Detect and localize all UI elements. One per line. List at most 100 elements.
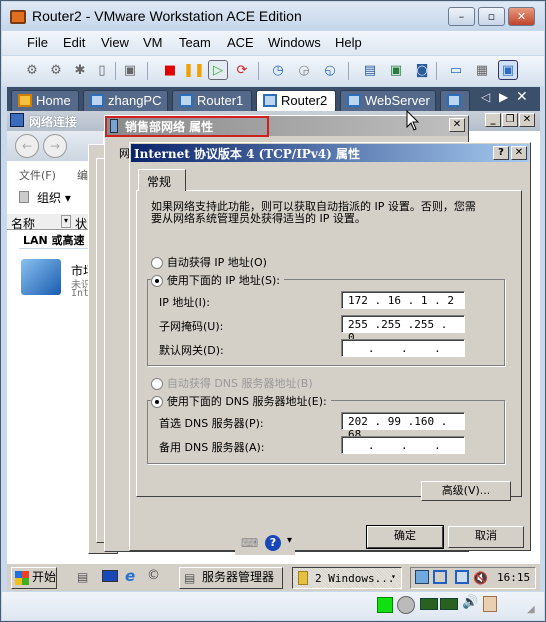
usb-icon[interactable]: ▯ (92, 60, 112, 80)
power-off-icon[interactable]: ■ (160, 60, 180, 80)
show-sidebar-icon[interactable]: ▤ (360, 60, 380, 80)
menu-edit-guest[interactable]: 编 (77, 167, 88, 183)
vm-running-icon (179, 94, 193, 107)
reset-icon[interactable]: ⟳ (232, 60, 252, 80)
default-gateway-input[interactable]: . . . (341, 339, 465, 357)
taskbar-windows-group[interactable]: 2 Windows... ▾ (292, 567, 402, 589)
send-ctrl-alt-del-icon[interactable]: ▣ (120, 60, 140, 80)
column-name[interactable]: 名称 (11, 215, 35, 232)
ipv4-titlebar[interactable]: Internet 协议版本 4 (TCP/IPv4) 属性 ? ✕ (131, 144, 529, 162)
menu-help[interactable]: Help (335, 35, 362, 50)
forward-icon[interactable]: → (43, 134, 67, 158)
subnet-mask-input[interactable]: 255 .255 .255 . 0 (341, 315, 465, 344)
title-bar[interactable]: Router2 - VMware Workstation ACE Edition… (2, 2, 544, 30)
start-button[interactable]: 开始 (11, 567, 57, 589)
cdrom-disconnected-icon[interactable] (397, 596, 415, 614)
toolbar-separator (115, 62, 116, 80)
back-icon[interactable]: ← (15, 134, 39, 158)
console-icon[interactable]: © (147, 568, 160, 583)
ip-address-label: IP 地址(I): (159, 296, 210, 309)
ipv4-close-button[interactable]: ✕ (511, 146, 527, 160)
sound-icon[interactable]: 🔊 (462, 595, 478, 610)
take-snapshot-icon[interactable]: ◷ (268, 60, 288, 80)
network-adapter-2-icon[interactable] (440, 598, 458, 610)
tab-router1[interactable]: Router1 (172, 90, 252, 111)
tab-label: Router1 (197, 93, 244, 108)
tray-app-icon[interactable] (415, 570, 429, 584)
ok-button[interactable]: 确定 (366, 525, 444, 549)
pause-icon[interactable]: ❚❚ (183, 60, 205, 80)
organize-button[interactable]: 组织 ▾ (37, 189, 71, 206)
menu-file-guest[interactable]: 文件(F) (19, 167, 56, 183)
toolbar-separator (258, 62, 259, 80)
menu-windows[interactable]: Windows (268, 35, 321, 50)
manual-ip-radio[interactable]: 使用下面的 IP 地址(S): (151, 272, 284, 288)
manual-dns-radio[interactable]: 使用下面的 DNS 服务器地址(E): (151, 393, 331, 409)
vm-icon (90, 94, 104, 107)
guest-minimize-button[interactable]: _ (485, 113, 501, 127)
volume-muted-icon[interactable]: 🔇 (473, 571, 488, 585)
advanced-button[interactable]: 高级(V)... (421, 481, 511, 501)
console-view-icon[interactable]: ▭ (446, 60, 466, 80)
guest-close-button[interactable]: ✕ (519, 113, 535, 127)
guest-restore-button[interactable]: ❐ (502, 113, 518, 127)
quick-switch-icon[interactable]: ◙ (412, 60, 432, 80)
internet-explorer-icon[interactable]: e (125, 567, 135, 585)
snapshot-icon[interactable]: ⚙ (22, 60, 42, 80)
sort-dropdown-icon[interactable]: ▾ (61, 215, 71, 228)
taskbar-server-manager[interactable]: ▤ 服务器管理器 (179, 567, 283, 589)
alternate-dns-input[interactable]: . . . (341, 436, 465, 454)
ip-address-input[interactable]: 172 . 16 . 1 . 2 (341, 291, 465, 309)
snapshot-manager-icon[interactable]: ◵ (320, 60, 340, 80)
auto-dns-radio[interactable]: 自动获得 DNS 服务器地址(B) (151, 375, 313, 391)
menu-bar: File Edit View VM Team ACE Windows Help (2, 31, 544, 55)
hard-disk-activity-icon[interactable] (377, 597, 393, 613)
menu-team[interactable]: Team (179, 35, 211, 50)
minimize-button[interactable]: – (448, 7, 475, 26)
power-on-icon[interactable]: ▷ (208, 60, 228, 80)
tab-close-icon[interactable]: ✕ (516, 89, 528, 105)
tab-home[interactable]: Home (11, 90, 79, 111)
language-options-icon[interactable]: ▾ (287, 535, 292, 546)
menu-ace[interactable]: ACE (227, 35, 254, 50)
network-adapter-1-icon[interactable] (420, 598, 438, 610)
new-snapshot-icon[interactable]: ✱ (70, 60, 90, 80)
cancel-button[interactable]: 取消 (448, 526, 524, 548)
summary-view-icon[interactable]: ▦ (472, 60, 492, 80)
properties-close-button[interactable]: ✕ (449, 118, 465, 132)
tab-overflow[interactable] (440, 90, 470, 111)
menu-view[interactable]: View (101, 35, 129, 50)
preferred-dns-input[interactable]: 202 . 99 .160 . 68 (341, 412, 465, 441)
close-button[interactable]: ✕ (508, 7, 535, 26)
message-log-icon[interactable] (483, 596, 497, 612)
menu-file[interactable]: File (27, 35, 48, 50)
tab-zhangpc[interactable]: zhangPC (83, 90, 168, 111)
vmware-tools-icon[interactable] (433, 570, 447, 584)
tab-general-label: 常规 (147, 175, 172, 189)
revert-snapshot-icon[interactable]: ⚙ (46, 60, 66, 80)
full-screen-icon[interactable]: ▣ (386, 60, 406, 80)
vm-running-icon (447, 94, 461, 107)
tab-general[interactable]: 常规 (138, 169, 186, 191)
keyboard-icon[interactable]: ⌨ (241, 536, 258, 550)
auto-ip-radio[interactable]: 自动获得 IP 地址(O) (151, 254, 267, 270)
clock[interactable]: 16:15 (497, 571, 530, 584)
tabs-view-icon[interactable]: ▣ (498, 60, 518, 80)
show-desktop-icon[interactable] (102, 570, 118, 582)
network-folder-icon (10, 113, 24, 127)
subnet-mask-label: 子网掩码(U): (159, 320, 224, 333)
server-manager-quicklaunch-icon[interactable]: ▤ (77, 570, 88, 584)
resize-grip[interactable]: ◢ (527, 604, 535, 615)
tab-router2[interactable]: Router2 (256, 90, 336, 111)
tab-prev-icon[interactable]: ◁ (481, 90, 490, 104)
column-status[interactable]: 状 (75, 215, 87, 232)
help-icon[interactable]: ? (265, 535, 281, 551)
help-button[interactable]: ? (493, 146, 509, 160)
tab-webserver[interactable]: WebServer (340, 90, 436, 111)
revert-icon[interactable]: ◶ (294, 60, 314, 80)
tab-next-icon[interactable]: ▶ (499, 90, 508, 104)
maximize-button[interactable]: ▫ (478, 7, 505, 26)
menu-edit[interactable]: Edit (63, 35, 85, 50)
menu-vm[interactable]: VM (143, 35, 163, 50)
network-tray-icon[interactable] (455, 570, 469, 584)
